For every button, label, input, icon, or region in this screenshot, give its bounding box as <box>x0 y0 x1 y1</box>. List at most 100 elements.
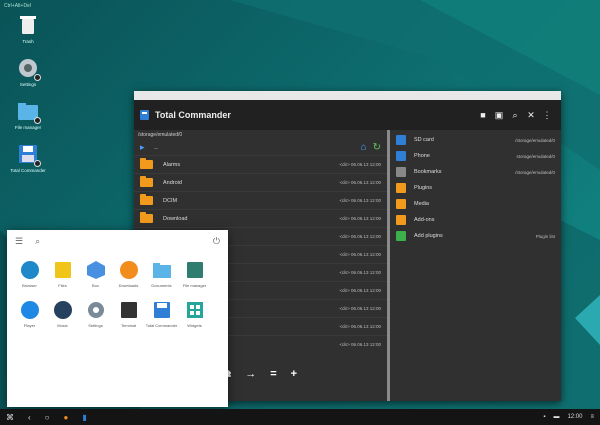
toolbar-button[interactable]: = <box>270 368 276 381</box>
window-title-strip[interactable] <box>134 91 561 100</box>
start-icon[interactable]: ⌘ <box>6 413 14 422</box>
location-row[interactable]: Media <box>390 196 561 212</box>
location-name: Add-ons <box>414 217 435 223</box>
corner-text: Ctrl+Alt+Del <box>4 3 31 9</box>
copy-icon[interactable]: ▣ <box>491 110 507 121</box>
desktop-icon-file-manager[interactable]: File manager <box>8 100 48 130</box>
app-tile[interactable]: Widgets <box>178 300 211 328</box>
file-meta: <dir> 06.06.13 12:00 <box>339 306 381 311</box>
file-name: DCIM <box>163 197 178 204</box>
location-row[interactable]: Add plugins Plugin list <box>390 228 561 244</box>
start-menu[interactable]: ☰ ⌕ ⏻ Browser Files Box Downloads Documents F… <box>7 230 228 407</box>
folder-icon[interactable]: ■ <box>475 110 491 120</box>
location-meta: /storage/emulated/0 <box>515 169 555 175</box>
search-icon[interactable]: ⌕ <box>35 236 40 247</box>
desktop-icon-label: Settings <box>19 82 37 87</box>
files-icon[interactable]: ▮ <box>82 413 86 422</box>
volume-icon[interactable]: ▬ <box>553 414 559 420</box>
app-tile[interactable]: Total Commander <box>145 300 178 328</box>
app-label: Box <box>92 283 99 288</box>
location-icon <box>396 231 406 241</box>
location-name: Bookmarks <box>414 169 442 175</box>
app-label: Browser <box>22 283 37 288</box>
start-menu-header: ☰ ⌕ ⏻ <box>7 230 228 252</box>
location-name: SD card <box>414 137 434 143</box>
app-icon <box>152 260 172 280</box>
app-tile[interactable]: Browser <box>13 260 46 288</box>
trash-icon <box>17 14 39 36</box>
app-icon <box>86 260 106 280</box>
network-icon[interactable]: ▪ <box>543 414 545 420</box>
home-icon[interactable]: ⌂ <box>361 142 367 153</box>
settings-icon <box>17 57 41 81</box>
app-tile[interactable]: Files <box>46 260 79 288</box>
desktop-icon-label: File manager <box>14 125 42 130</box>
desktop-icon-settings[interactable]: Settings <box>8 57 48 87</box>
search-icon[interactable]: ⌕ <box>507 110 523 121</box>
app-icon <box>53 260 73 280</box>
file-meta: <dir> 06.06.13 12:00 <box>339 288 381 293</box>
app-label: Music <box>57 323 68 328</box>
left-path: /storage/emulated/0 <box>138 131 183 138</box>
shortcut-badge <box>34 160 41 167</box>
menu-icon[interactable]: ≡ <box>590 414 594 420</box>
desktop-icon-trash[interactable]: Trash <box>8 14 48 44</box>
app-tile[interactable]: Box <box>79 260 112 288</box>
file-meta: <dir> 06.06.13 12:00 <box>339 162 381 167</box>
app-tile[interactable]: Downloads <box>112 260 145 288</box>
location-row[interactable]: Plugins <box>390 180 561 196</box>
app-label: Downloads <box>118 283 139 288</box>
app-tile[interactable]: Settings <box>79 300 112 328</box>
location-icon <box>396 199 406 209</box>
file-meta: <dir> 06.06.13 12:00 <box>339 324 381 329</box>
parent-dir[interactable]: .. <box>154 144 361 151</box>
home-icon[interactable]: ○ <box>45 413 50 422</box>
reload-icon[interactable]: ↻ <box>373 142 381 153</box>
file-meta: <dir> 06.06.13 12:00 <box>339 234 381 239</box>
bottom-toolbar: ⇄ → = + <box>222 368 297 381</box>
app-tile[interactable]: Music <box>46 300 79 328</box>
up-arrow-icon[interactable]: ▸ <box>140 142 154 153</box>
file-name: Android <box>163 179 182 186</box>
file-row[interactable]: Android <dir> 06.06.13 12:00 <box>134 173 387 191</box>
window-title: Total Commander <box>155 110 231 120</box>
location-row[interactable]: Add-ons <box>390 212 561 228</box>
app-icon[interactable]: ● <box>64 413 69 422</box>
close-icon[interactable]: ✕ <box>523 110 539 121</box>
file-row[interactable]: DCIM <dir> 06.06.13 12:00 <box>134 191 387 209</box>
toolbar-button[interactable]: → <box>245 368 256 381</box>
back-icon[interactable]: ‹ <box>28 413 31 422</box>
app-tile[interactable]: Terminal <box>112 300 145 328</box>
app-tile[interactable]: Documents <box>145 260 178 288</box>
app-tile[interactable]: File manager <box>178 260 211 288</box>
location-name: Add plugins <box>414 233 443 239</box>
app-icon <box>119 300 139 320</box>
desktop-icon-total-commander[interactable]: Total Commander <box>8 143 48 173</box>
power-icon[interactable]: ⏻ <box>213 236 220 247</box>
location-icon <box>396 183 406 193</box>
location-meta: /storage/emulated/0 <box>515 137 555 143</box>
location-name: Media <box>414 201 429 207</box>
app-tile[interactable]: Player <box>13 300 46 328</box>
app-label: Documents <box>151 283 172 288</box>
file-meta: <dir> 06.06.13 12:00 <box>339 252 381 257</box>
app-icon <box>86 300 106 320</box>
location-row[interactable]: SD card/storage/emulated/0 <box>390 132 561 148</box>
file-row[interactable]: Alarms <dir> 06.06.13 12:00 <box>134 155 387 173</box>
location-row[interactable]: Bookmarks/storage/emulated/0 <box>390 164 561 180</box>
file-meta: <dir> 06.06.13 12:00 <box>339 180 381 185</box>
folder-icon <box>140 212 153 223</box>
app-grid: Browser Files Box Downloads Documents File ma… <box>13 260 211 328</box>
file-row[interactable]: Download <dir> 06.06.13 12:00 <box>134 209 387 227</box>
location-row[interactable]: Phone storage/emulated/0 <box>390 148 561 164</box>
list-icon[interactable]: ☰ <box>15 236 23 247</box>
location-meta: storage/emulated/0 <box>516 153 555 159</box>
right-pane[interactable]: SD card/storage/emulated/0 Phone storage/e… <box>390 130 561 401</box>
app-icon <box>20 300 40 320</box>
toolbar-button[interactable]: + <box>291 368 297 381</box>
shortcut-badge <box>34 117 41 124</box>
app-label: Settings <box>88 323 103 328</box>
more-icon[interactable]: ⋮ <box>539 110 555 121</box>
nav-row: ▸ .. ⌂ ↻ <box>134 139 387 155</box>
clock[interactable]: 12:00 <box>567 414 582 420</box>
